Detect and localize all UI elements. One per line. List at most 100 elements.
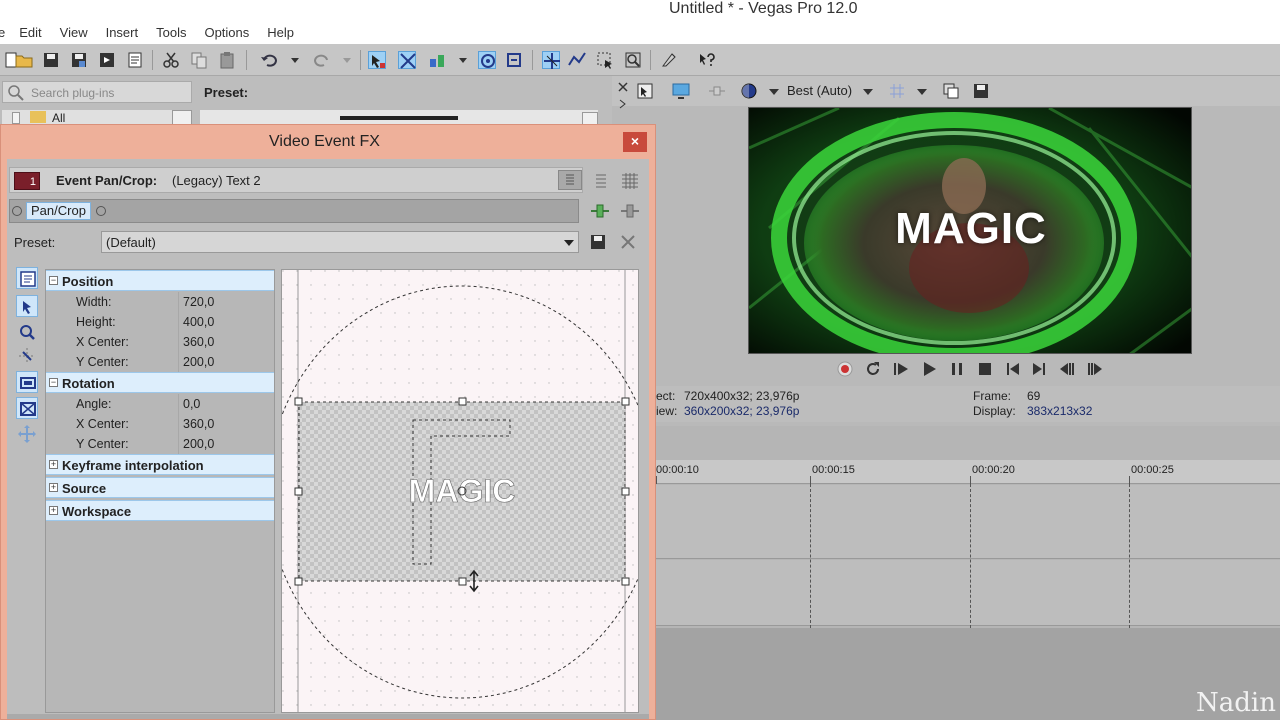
expand-icon[interactable]: +	[49, 506, 58, 515]
ripple-edit-icon[interactable]	[428, 51, 446, 69]
go-to-start-icon[interactable]	[1004, 360, 1022, 378]
save-snapshot-icon[interactable]	[972, 82, 990, 100]
property-value[interactable]: 720,0	[183, 295, 214, 309]
overlays-dropdown-icon[interactable]	[916, 84, 928, 98]
plugin-search-input[interactable]: Search plug-ins	[2, 81, 192, 103]
open-folder-icon[interactable]	[15, 51, 33, 69]
pan-crop-chain-button[interactable]: Pan/Crop	[26, 202, 91, 220]
timeline-track[interactable]	[656, 560, 1280, 626]
save-preset-icon[interactable]	[589, 233, 607, 251]
copy-snapshot-icon[interactable]	[942, 82, 960, 100]
property-value[interactable]: 360,0	[183, 417, 214, 431]
previous-frame-icon[interactable]	[1058, 360, 1076, 378]
menu-edit[interactable]: Edit	[19, 25, 41, 40]
plug-in-chain-icon[interactable]	[589, 201, 611, 221]
group-position[interactable]: − Position	[46, 270, 274, 291]
view-mode-button[interactable]	[558, 170, 582, 190]
menu-help[interactable]: Help	[267, 25, 294, 40]
property-row-height[interactable]: Height: 400,0	[46, 312, 274, 332]
redo-icon[interactable]	[313, 51, 331, 69]
snap-to-grid-icon[interactable]	[16, 345, 38, 367]
collapse-icon[interactable]: −	[49, 276, 58, 285]
save-as-icon[interactable]	[70, 51, 88, 69]
render-as-icon[interactable]	[98, 51, 116, 69]
expand-icon[interactable]: +	[49, 460, 58, 469]
record-icon[interactable]	[836, 360, 854, 378]
menu-tools[interactable]: Tools	[156, 25, 186, 40]
video-fx-icon[interactable]	[708, 82, 726, 100]
dialog-close-button[interactable]: ×	[623, 132, 647, 152]
ignore-grouping-icon[interactable]	[505, 51, 523, 69]
property-row-width[interactable]: Width: 720,0	[46, 292, 274, 312]
preview-properties-icon[interactable]	[636, 82, 654, 100]
delete-preset-icon[interactable]	[619, 233, 637, 251]
play-icon[interactable]	[920, 360, 938, 378]
property-row-x-center[interactable]: X Center: 360,0	[46, 332, 274, 352]
next-frame-icon[interactable]	[1086, 360, 1104, 378]
property-row-rotation-y-center[interactable]: Y Center: 200,0	[46, 434, 274, 454]
envelope-tool-icon[interactable]	[568, 51, 586, 69]
menu-insert[interactable]: Insert	[106, 25, 139, 40]
group-source[interactable]: + Source	[46, 477, 274, 498]
group-rotation[interactable]: − Rotation	[46, 372, 274, 393]
play-from-start-icon[interactable]	[892, 360, 910, 378]
tile-view-icon[interactable]	[591, 171, 611, 191]
copy-icon[interactable]	[190, 51, 208, 69]
menu-view[interactable]: View	[60, 25, 88, 40]
ripple-dropdown-icon[interactable]	[454, 51, 472, 69]
dialog-title-bar[interactable]: Video Event FX ×	[1, 125, 655, 159]
quality-dropdown-icon[interactable]	[862, 84, 874, 98]
loop-playback-icon[interactable]	[864, 360, 882, 378]
lock-aspect-ratio-icon[interactable]	[16, 371, 38, 393]
undo-dropdown-icon[interactable]	[286, 51, 304, 69]
grid-view-icon[interactable]	[619, 171, 641, 191]
group-keyframe-interpolation[interactable]: + Keyframe interpolation	[46, 454, 274, 475]
property-value[interactable]: 0,0	[183, 397, 200, 411]
whats-this-help-icon[interactable]	[698, 51, 716, 69]
zoom-tool-icon[interactable]	[624, 51, 642, 69]
menu-options[interactable]: Options	[204, 25, 249, 40]
remove-plugin-icon[interactable]	[619, 201, 641, 221]
external-monitor-icon[interactable]	[672, 82, 690, 100]
property-row-y-center[interactable]: Y Center: 200,0	[46, 352, 274, 372]
scale-about-center-icon[interactable]	[16, 397, 38, 419]
menu-file[interactable]: e	[0, 25, 5, 40]
stop-icon[interactable]	[976, 360, 994, 378]
collapse-icon[interactable]: −	[49, 378, 58, 387]
show-properties-icon[interactable]	[16, 267, 38, 289]
lock-envelopes-icon[interactable]	[478, 51, 496, 69]
normal-edit-tool-icon[interactable]	[542, 51, 560, 69]
property-value[interactable]: 400,0	[183, 315, 214, 329]
go-to-end-icon[interactable]	[1030, 360, 1048, 378]
property-value[interactable]: 200,0	[183, 355, 214, 369]
move-freely-icon[interactable]	[16, 423, 38, 445]
auto-crossfade-icon[interactable]	[398, 51, 416, 69]
online-help-icon[interactable]	[660, 51, 678, 69]
save-icon[interactable]	[42, 51, 60, 69]
undo-icon[interactable]	[260, 51, 278, 69]
property-value[interactable]: 360,0	[183, 335, 214, 349]
paste-icon[interactable]	[218, 51, 236, 69]
pan-crop-workspace[interactable]: MAGIC	[281, 269, 639, 713]
enable-snapping-icon[interactable]	[368, 51, 386, 69]
properties-icon[interactable]	[126, 51, 144, 69]
property-value[interactable]: 200,0	[183, 437, 214, 451]
normal-edit-icon[interactable]	[16, 295, 38, 317]
cut-icon[interactable]	[162, 51, 180, 69]
split-screen-dropdown-icon[interactable]	[768, 84, 780, 98]
preset-dropdown[interactable]: (Default)	[101, 231, 579, 253]
zoom-edit-icon[interactable]	[16, 321, 38, 343]
overlays-grid-icon[interactable]	[888, 82, 906, 100]
group-workspace[interactable]: + Workspace	[46, 500, 274, 521]
tree-expander[interactable]	[12, 112, 20, 124]
preview-quality-select[interactable]: Best (Auto)	[787, 83, 852, 98]
selection-tool-icon[interactable]	[596, 51, 614, 69]
property-row-rotation-x-center[interactable]: X Center: 360,0	[46, 414, 274, 434]
split-screen-view-icon[interactable]	[740, 82, 758, 100]
time-ruler[interactable]: 00:00:10 00:00:15 00:00:20 00:00:25	[656, 460, 1280, 484]
redo-dropdown-icon[interactable]	[338, 51, 356, 69]
expand-icon[interactable]: +	[49, 483, 58, 492]
timeline-track[interactable]	[656, 485, 1280, 559]
property-row-angle[interactable]: Angle: 0,0	[46, 394, 274, 414]
pause-icon[interactable]	[948, 360, 966, 378]
